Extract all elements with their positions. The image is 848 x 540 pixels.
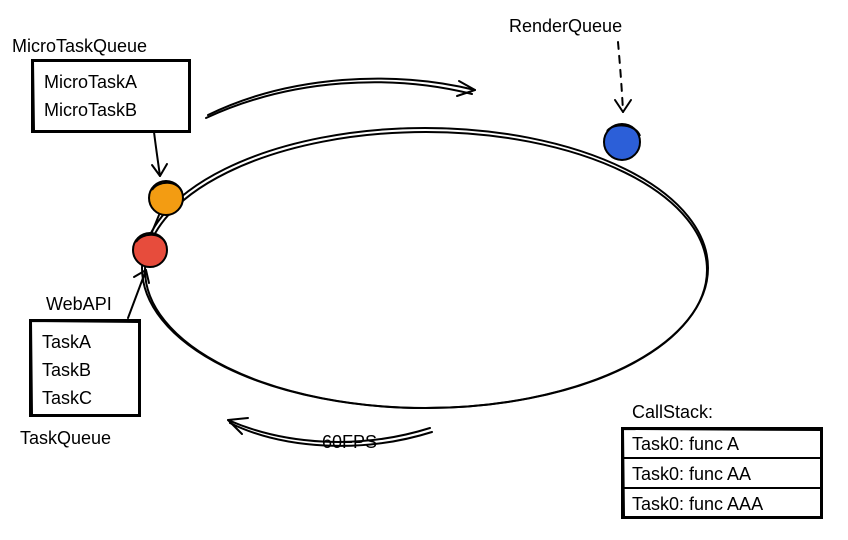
microtask-to-orange-arrow: [152, 132, 167, 176]
callstack-entry: Task0: func A: [632, 434, 739, 454]
microtask-item: MicroTaskA: [44, 72, 137, 92]
loop-arrow-top: [206, 79, 475, 118]
task-item: TaskC: [42, 388, 92, 408]
render-queue-node: [604, 124, 640, 160]
callstack-entry: Task0: func AAA: [632, 494, 763, 514]
event-loop-ellipse: [142, 128, 708, 408]
fps-label: 60FPS: [322, 432, 377, 452]
event-loop-diagram: 60FPS RenderQueue MicroTaskQueue MicroTa…: [0, 0, 848, 540]
task-item: TaskA: [42, 332, 91, 352]
render-queue-title: RenderQueue: [509, 16, 622, 36]
task-node: [133, 233, 167, 267]
microtask-queue-title: MicroTaskQueue: [12, 36, 147, 56]
microtask-item: MicroTaskB: [44, 100, 137, 120]
microtask-node: [149, 181, 183, 215]
callstack-entry: Task0: func AA: [632, 464, 751, 484]
task-item: TaskB: [42, 360, 91, 380]
callstack-title: CallStack:: [632, 402, 713, 422]
webapi-title: WebAPI: [46, 294, 112, 314]
microtask-queue-box: [32, 60, 190, 132]
task-queue-title: TaskQueue: [20, 428, 111, 448]
render-queue-arrow: [618, 42, 623, 112]
